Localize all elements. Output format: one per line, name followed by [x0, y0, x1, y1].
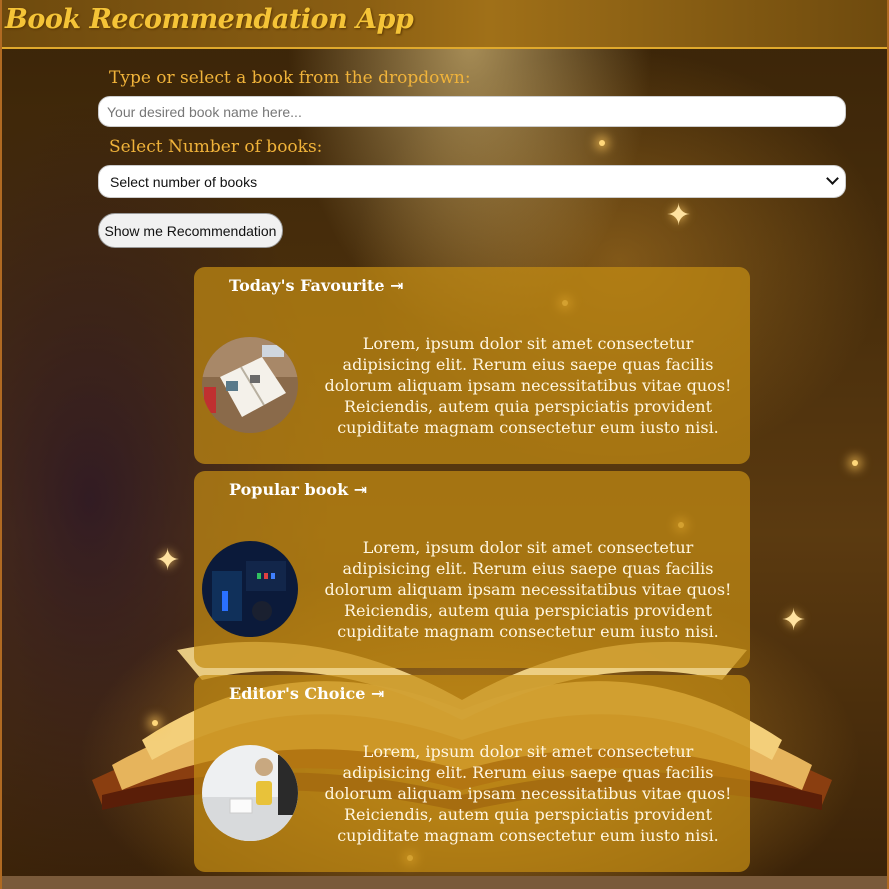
book-cover-image: [202, 337, 298, 433]
book-count-label: Select Number of books:: [109, 137, 323, 157]
book-search-label: Type or select a book from the dropdown:: [109, 68, 471, 88]
card-description: Lorem, ipsum dolor sit amet consectetur …: [324, 742, 732, 845]
app-title: Book Recommendation App: [5, 4, 414, 35]
sparkle: [152, 720, 158, 726]
card-title[interactable]: Popular book ⇥: [229, 480, 367, 499]
book-cover-image: [202, 745, 298, 841]
sparkle: [599, 140, 605, 146]
card-description: Lorem, ipsum dolor sit amet consectetur …: [324, 334, 732, 437]
book-search-placeholder: Your desired book name here...: [107, 103, 302, 120]
card-title[interactable]: Editor's Choice ⇥: [229, 684, 384, 703]
book-search-input[interactable]: Your desired book name here...: [98, 96, 846, 127]
app-header: Book Recommendation App: [2, 0, 887, 49]
sparkle-star-icon: ✦: [666, 198, 692, 233]
book-count-selected: Select number of books: [110, 173, 258, 190]
card-popular-book[interactable]: Popular book ⇥ Lorem, ipsum dolor sit am…: [194, 471, 750, 668]
show-recommendation-button[interactable]: Show me Recommendation: [98, 213, 283, 248]
chevron-down-icon: [826, 172, 839, 185]
card-description: Lorem, ipsum dolor sit amet consectetur …: [324, 538, 732, 641]
sparkle: [852, 460, 858, 466]
card-title[interactable]: Today's Favourite ⇥: [229, 276, 404, 295]
sparkle-star-icon: ✦: [781, 603, 807, 638]
book-count-select[interactable]: Select number of books: [98, 165, 846, 198]
card-todays-favourite[interactable]: Today's Favourite ⇥ Lorem, ipsum dolor s…: [194, 267, 750, 464]
sparkle-star-icon: ✦: [155, 543, 181, 578]
card-editors-choice[interactable]: Editor's Choice ⇥ Lorem, ipsum dolor sit…: [194, 675, 750, 872]
book-cover-image: [202, 541, 298, 637]
page-footer-strip: [2, 876, 887, 889]
